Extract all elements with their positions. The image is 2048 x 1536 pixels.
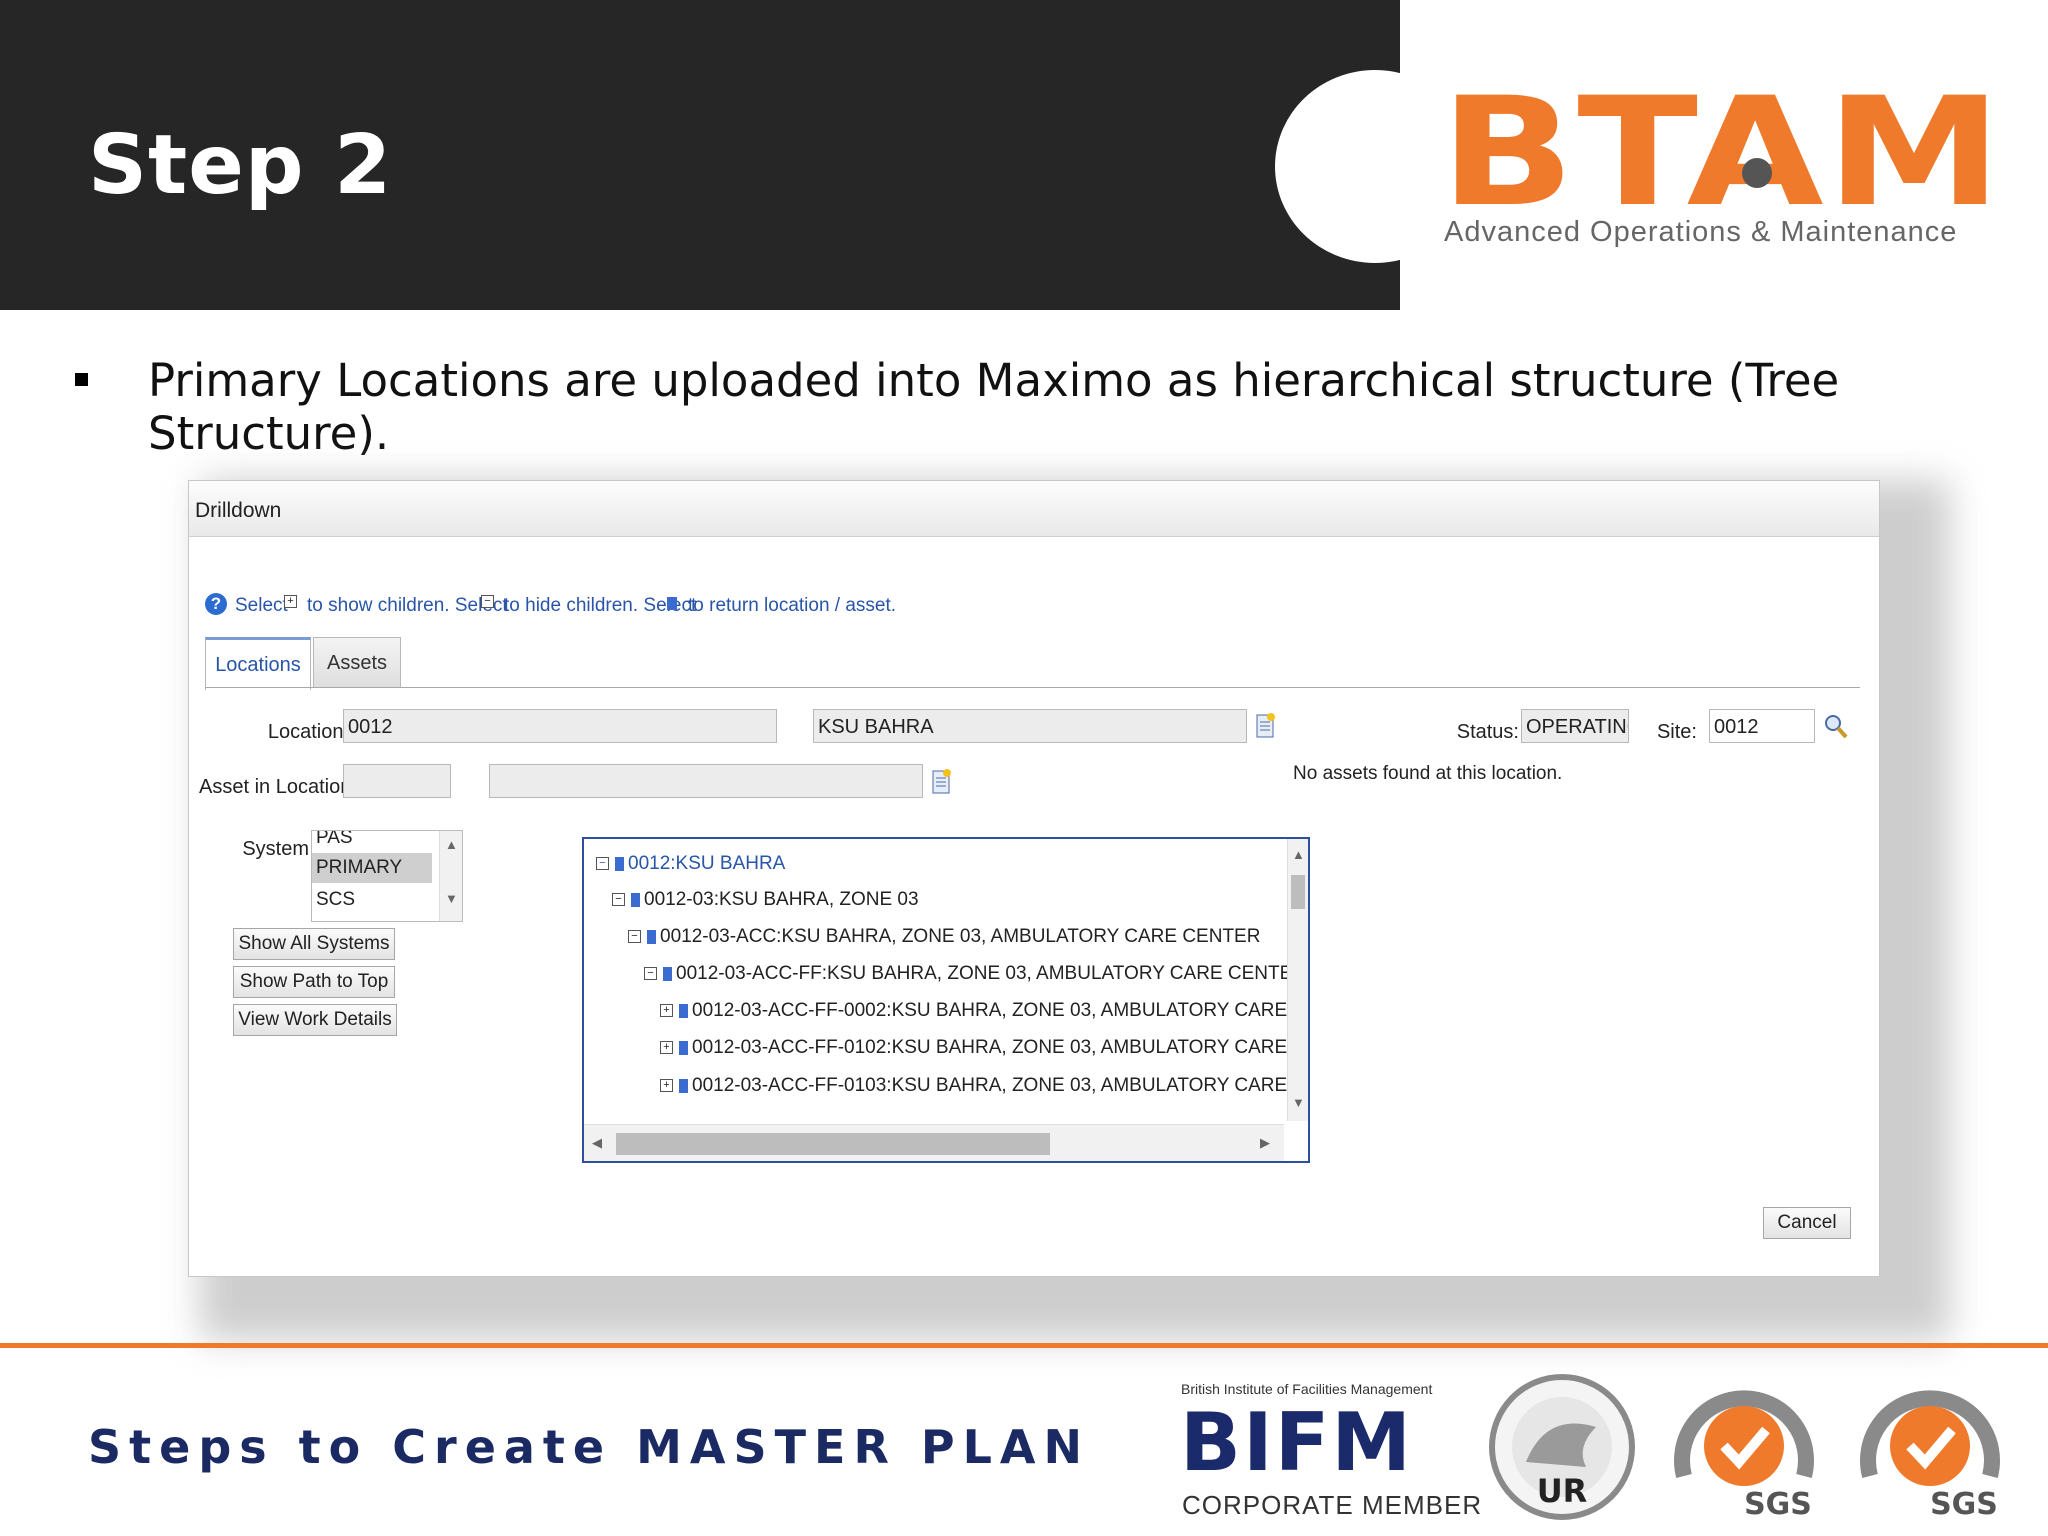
logo-text: BTAM (1440, 66, 2005, 240)
scroll-down-icon[interactable]: ▼ (1292, 1095, 1305, 1110)
scroll-left-icon[interactable]: ◀ (592, 1135, 602, 1151)
magnifier-icon[interactable] (1823, 713, 1849, 741)
location-detail-icon[interactable] (1255, 711, 1277, 739)
tree-node[interactable]: +0012-03-ACC-FF-0103:KSU BAHRA, ZONE 03,… (660, 1075, 1308, 1097)
tree-node[interactable]: −0012-03:KSU BAHRA, ZONE 03 (612, 889, 919, 911)
tab-assets[interactable]: Assets (313, 637, 401, 688)
location-tree[interactable]: −0012:KSU BAHRA −0012-03:KSU BAHRA, ZONE… (582, 837, 1310, 1163)
bifm-corporate-member: CORPORATE MEMBER (1182, 1490, 1483, 1520)
expand-icon[interactable]: + (660, 1004, 673, 1018)
dialog-title: Drilldown (195, 499, 282, 522)
scroll-up-icon[interactable]: ▲ (445, 837, 458, 852)
scroll-right-icon[interactable]: ▶ (1260, 1135, 1270, 1151)
view-work-details-button[interactable]: View Work Details (233, 1004, 397, 1036)
return-location-icon[interactable] (631, 892, 640, 907)
logo-tagline: Advanced Operations & Maintenance (1444, 216, 1958, 248)
show-all-systems-button[interactable]: Show All Systems (233, 928, 395, 960)
asset-description-field[interactable] (489, 764, 923, 798)
asset-detail-icon[interactable] (931, 767, 953, 795)
page-title: Step 2 (88, 118, 393, 213)
tree-node[interactable]: +0012-03-ACC-FF-0102:KSU BAHRA, ZONE 03,… (660, 1037, 1308, 1059)
bullet-text: Primary Locations are uploaded into Maxi… (148, 354, 1840, 460)
return-location-icon[interactable] (615, 856, 624, 871)
asset-field[interactable] (343, 764, 451, 798)
tab-divider (205, 687, 1860, 688)
hint-text-2: to show children. Select (307, 595, 508, 616)
collapse-icon: − (481, 595, 494, 608)
scroll-up-icon[interactable]: ▲ (1292, 847, 1305, 862)
location-description-field[interactable]: KSU BAHRA (813, 709, 1247, 743)
tree-node[interactable]: −0012-03-ACC-FF:KSU BAHRA, ZONE 03, AMBU… (644, 963, 1308, 985)
ohsas-18001-seal: SGS (1860, 1390, 2000, 1522)
status-field: OPERATING (1521, 709, 1629, 743)
tree-node[interactable]: −0012-03-ACC:KSU BAHRA, ZONE 03, AMBULAT… (628, 926, 1260, 948)
site-label: Site: (1656, 721, 1697, 743)
collapse-icon[interactable]: − (596, 857, 609, 871)
system-option-pas[interactable]: PAS (316, 831, 353, 849)
seal-ur-text: UR (1537, 1472, 1588, 1510)
footer-title: Steps to Create MASTER PLAN (88, 1420, 1090, 1474)
hint-text-1: Select (235, 595, 288, 616)
bifm-caption: British Institute of Facilities Manageme… (1181, 1381, 1433, 1397)
return-location-icon[interactable] (679, 1078, 688, 1093)
tree-vertical-scrollbar[interactable]: ▲ ▼ (1287, 839, 1308, 1121)
return-icon (667, 597, 677, 610)
hint-text-4: to return location / asset. (688, 595, 897, 616)
iso-9001-seal: SGS (1674, 1390, 1814, 1522)
tree-vertical-scroll-thumb[interactable] (1291, 875, 1305, 909)
help-icon[interactable]: ? (205, 593, 227, 615)
collapse-icon[interactable]: − (644, 967, 657, 981)
location-field[interactable]: 0012 (343, 709, 777, 743)
system-option-primary[interactable]: PRIMARY (316, 857, 402, 879)
seal-sgs-text: SGS (1744, 1487, 1812, 1522)
dialog-titlebar: Drilldown (189, 481, 1879, 537)
cancel-button[interactable]: Cancel (1763, 1207, 1851, 1239)
return-location-icon[interactable] (647, 929, 656, 944)
asset-label: Asset in Location: (199, 776, 357, 798)
expand-icon: + (284, 595, 297, 608)
status-label: Status: (1456, 721, 1519, 743)
return-location-icon[interactable] (679, 1003, 688, 1018)
expand-icon[interactable]: + (660, 1079, 673, 1093)
scroll-down-icon[interactable]: ▼ (445, 891, 458, 906)
site-field[interactable]: 0012 (1709, 709, 1815, 743)
system-label: System (242, 838, 309, 860)
btam-logo: BTAM Advanced Operations & Maintenance (1440, 78, 2010, 258)
show-path-to-top-button[interactable]: Show Path to Top (233, 966, 395, 998)
system-certification-seal: UR (1489, 1374, 1635, 1520)
collapse-icon[interactable]: − (612, 893, 625, 907)
system-option-scs[interactable]: SCS (316, 889, 355, 911)
tab-locations[interactable]: Locations (205, 637, 311, 690)
tree-horizontal-scrollbar[interactable]: ◀ ▶ (584, 1124, 1284, 1161)
location-label: Location: (267, 721, 349, 743)
bullet-marker (75, 373, 88, 386)
return-location-icon[interactable] (663, 966, 672, 981)
seal-sgs-text: SGS (1930, 1487, 1998, 1522)
footer-divider (0, 1343, 2048, 1348)
expand-icon[interactable]: + (660, 1041, 673, 1055)
tree-node[interactable]: −0012:KSU BAHRA (596, 853, 785, 875)
tree-horizontal-scroll-thumb[interactable] (616, 1133, 1050, 1155)
no-assets-message: No assets found at this location. (1293, 763, 1563, 784)
collapse-icon[interactable]: − (628, 930, 641, 944)
system-scrollbar[interactable]: ▲ ▼ (439, 831, 462, 921)
bifm-logo: BIFM (1180, 1396, 1413, 1489)
logo-dot (1742, 158, 1772, 188)
return-location-icon[interactable] (679, 1040, 688, 1055)
tree-node[interactable]: +0012-03-ACC-FF-0002:KSU BAHRA, ZONE 03,… (660, 1000, 1308, 1022)
drilldown-dialog: Drilldown ? Select + to show children. S… (188, 480, 1880, 1277)
system-listbox[interactable]: PAS PRIMARY SCS ▲ ▼ (311, 830, 463, 922)
